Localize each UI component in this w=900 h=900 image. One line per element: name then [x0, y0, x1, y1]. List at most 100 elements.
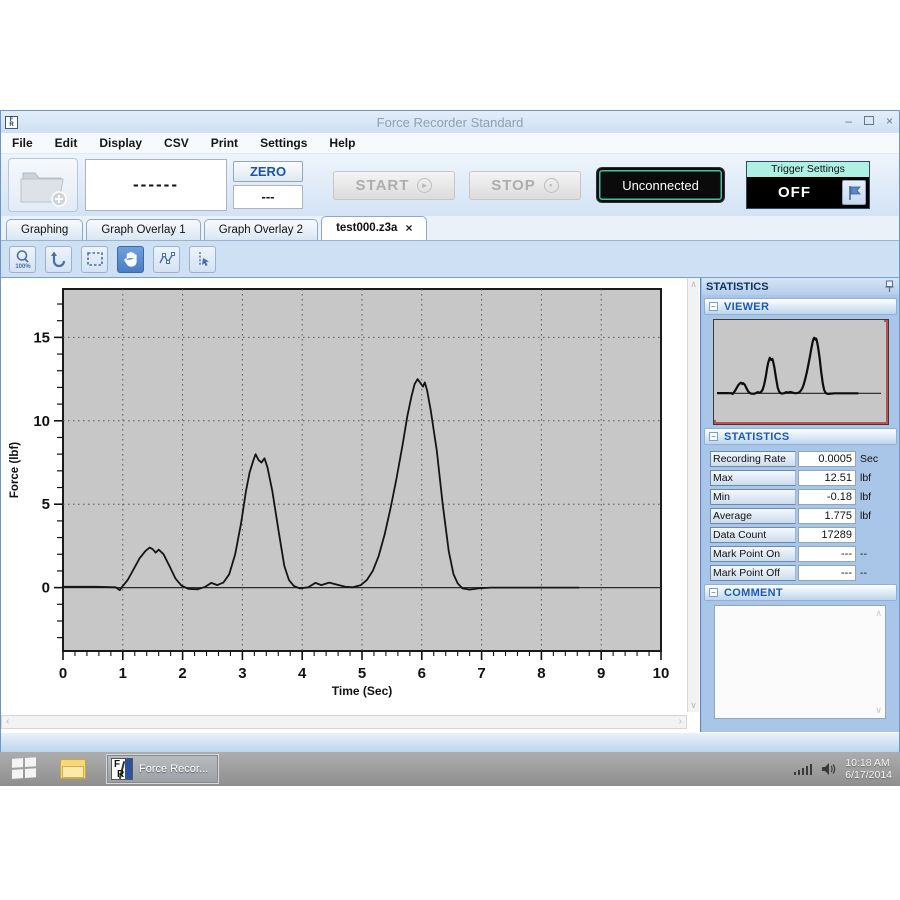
maximize-button[interactable] [864, 114, 874, 128]
svg-text:Time (Sec): Time (Sec) [332, 684, 392, 698]
svg-text:7: 7 [477, 665, 485, 682]
network-signal-icon[interactable] [794, 764, 813, 775]
zoom-100-button[interactable]: 100% [9, 246, 36, 273]
flag-icon [847, 185, 861, 201]
menu-help[interactable]: Help [318, 136, 366, 150]
svg-text:1: 1 [119, 665, 127, 682]
trigger-flag-button[interactable] [842, 180, 866, 205]
app-window: FR Force Recorder Standard – × File Edit… [0, 110, 900, 753]
trigger-settings-title: Trigger Settings [747, 162, 869, 177]
stop-button[interactable]: STOP ▪ [469, 171, 581, 200]
taskbar-app-button[interactable]: F R Force Recor... [106, 754, 219, 784]
zero-button[interactable]: ZERO [233, 161, 303, 182]
svg-text:10: 10 [653, 665, 670, 682]
horizontal-scrollbar[interactable]: ‹ › [1, 715, 687, 729]
force-time-chart: 051015012345678910Time (Sec)Force (lbf) [1, 278, 687, 712]
svg-text:15: 15 [33, 329, 50, 346]
collapse-icon[interactable]: − [709, 588, 718, 597]
svg-text:2: 2 [178, 665, 186, 682]
table-row: Recording Rate 0.0005 Sec [710, 451, 893, 467]
svg-text:100%: 100% [15, 264, 31, 269]
comment-input[interactable]: ∧ ∨ [714, 605, 886, 719]
svg-text:4: 4 [298, 665, 307, 682]
svg-text:5: 5 [358, 665, 366, 682]
scroll-right-icon[interactable]: › [679, 716, 682, 727]
svg-text:9: 9 [597, 665, 605, 682]
statistics-section-header[interactable]: − STATISTICS [704, 428, 897, 445]
table-row: Mark Point Off --- -- [710, 565, 893, 581]
svg-text:5: 5 [42, 496, 50, 513]
marker-pick-icon [194, 250, 212, 268]
zoom-select-button[interactable] [81, 246, 108, 273]
force-value-display: ------ [85, 159, 227, 211]
thumbnail-chart [714, 320, 884, 420]
menu-display[interactable]: Display [88, 136, 153, 150]
viewer-section-header[interactable]: − VIEWER [704, 298, 897, 315]
trigger-state: OFF [747, 184, 842, 201]
clock-time: 10:18 AM [845, 757, 892, 769]
vertical-scrollbar[interactable]: ∧ ∨ [687, 278, 699, 712]
svg-text:Force (lbf): Force (lbf) [9, 442, 21, 498]
menu-settings[interactable]: Settings [249, 136, 318, 150]
start-button[interactable]: START ▸ [333, 171, 455, 200]
scroll-down-icon[interactable]: ∨ [875, 705, 882, 716]
statistics-sidebar: STATISTICS − VIEWER − STATISTICS [701, 278, 899, 733]
close-button[interactable]: × [886, 114, 893, 128]
collapse-icon[interactable]: − [709, 302, 718, 311]
statistics-table: Recording Rate 0.0005 Sec Max 12.51 lbf … [710, 451, 893, 581]
minimize-button[interactable]: – [845, 114, 852, 128]
title-bar[interactable]: FR Force Recorder Standard – × [1, 111, 899, 133]
hand-icon [122, 250, 140, 268]
table-row: Min -0.18 lbf [710, 489, 893, 505]
undo-zoom-button[interactable] [45, 246, 72, 273]
connection-status-button[interactable]: Unconnected [597, 168, 724, 202]
clock-date: 6/17/2014 [845, 769, 892, 781]
tab-graphing[interactable]: Graphing [6, 219, 83, 240]
open-file-button[interactable] [8, 158, 78, 212]
graph-toolbar: 100% [1, 241, 899, 278]
scroll-left-icon[interactable]: ‹ [6, 716, 9, 727]
viewer-thumbnail[interactable] [713, 319, 889, 425]
table-row: Max 12.51 lbf [710, 470, 893, 486]
menu-bar: File Edit Display CSV Print Settings Hel… [1, 133, 899, 154]
magnifier-icon: 100% [13, 249, 33, 269]
scroll-up-icon[interactable]: ∧ [688, 279, 699, 290]
clock[interactable]: 10:18 AM 6/17/2014 [845, 757, 892, 781]
tab-test000[interactable]: test000.z3a × [321, 216, 427, 240]
start-button[interactable] [12, 757, 38, 781]
tab-graph-overlay-1[interactable]: Graph Overlay 1 [86, 219, 200, 240]
menu-edit[interactable]: Edit [44, 136, 89, 150]
undo-arrow-icon [50, 250, 68, 268]
scroll-up-icon[interactable]: ∧ [875, 608, 882, 619]
svg-text:10: 10 [33, 413, 50, 430]
window-title: Force Recorder Standard [1, 115, 899, 130]
table-row: Data Count 17289 [710, 527, 893, 543]
trigger-settings-widget: Trigger Settings OFF [746, 161, 870, 209]
desktop: FR Force Recorder Standard – × File Edit… [0, 0, 900, 900]
speaker-icon[interactable] [821, 762, 836, 776]
main-toolbar: ------ ZERO --- START ▸ STOP ▪ Unconnect… [1, 154, 899, 216]
force-recorder-icon: F R [111, 758, 133, 780]
data-points-button[interactable] [153, 246, 180, 273]
svg-text:3: 3 [238, 665, 246, 682]
pan-hand-button[interactable] [117, 246, 144, 273]
comment-section-header[interactable]: − COMMENT [704, 584, 897, 601]
menu-csv[interactable]: CSV [153, 136, 200, 150]
selection-rect-icon [86, 250, 104, 268]
pin-icon[interactable] [885, 280, 894, 293]
file-explorer-button[interactable] [60, 759, 86, 779]
start-arrow-icon: ▸ [417, 178, 432, 193]
collapse-icon[interactable]: − [709, 432, 718, 441]
table-row: Mark Point On --- -- [710, 546, 893, 562]
scroll-down-icon[interactable]: ∨ [688, 700, 699, 711]
stop-arrow-icon: ▪ [544, 178, 559, 193]
menu-file[interactable]: File [1, 136, 44, 150]
mark-point-button[interactable] [189, 246, 216, 273]
menu-print[interactable]: Print [200, 136, 249, 150]
graph-pane: 051015012345678910Time (Sec)Force (lbf) … [1, 278, 701, 733]
sidebar-title: STATISTICS [706, 281, 769, 293]
system-tray: 10:18 AM 6/17/2014 [794, 752, 892, 786]
tab-close-icon[interactable]: × [405, 217, 412, 240]
tab-graph-overlay-2[interactable]: Graph Overlay 2 [204, 219, 318, 240]
taskbar-app-label: Force Recor... [139, 763, 208, 775]
